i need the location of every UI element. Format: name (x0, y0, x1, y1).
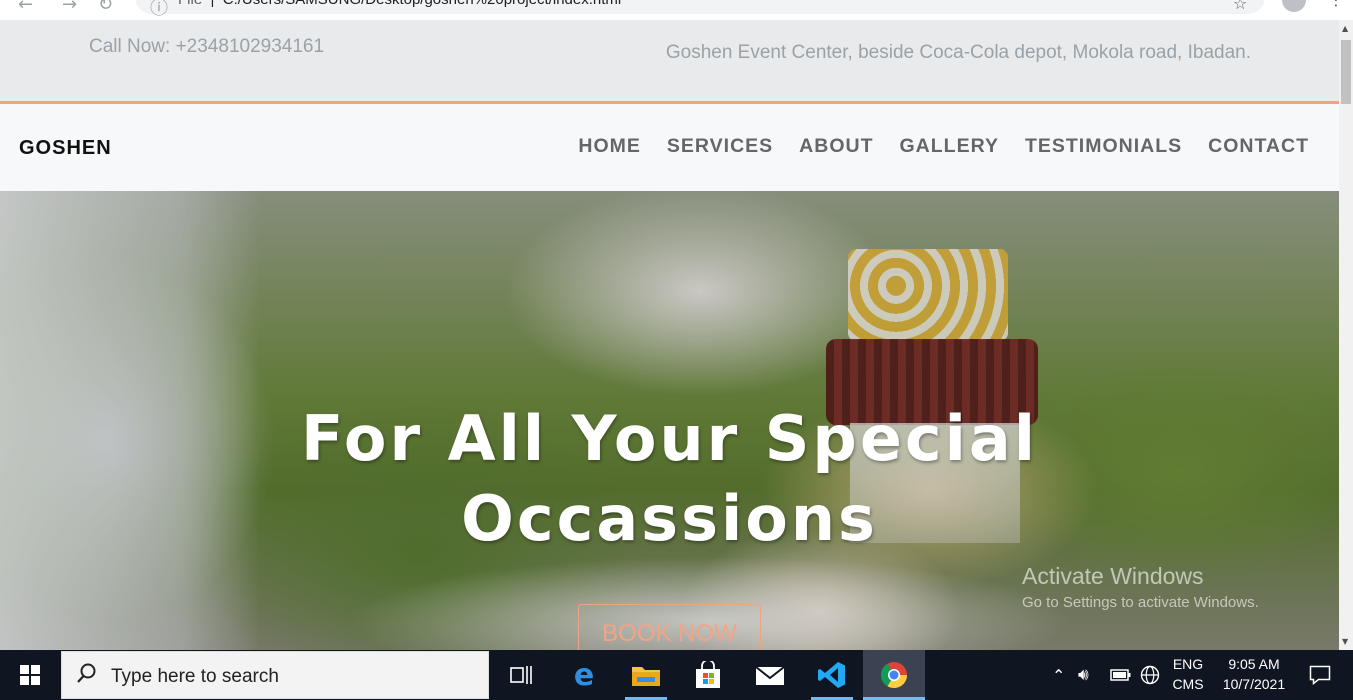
vscode-taskbar-button[interactable] (801, 650, 863, 700)
activate-windows-title: Activate Windows (1022, 563, 1204, 589)
edge-icon: e (573, 657, 595, 693)
action-center-button[interactable] (1300, 650, 1340, 700)
url-path: C:/Users/SAMSUNG/Desktop/goshen%20projec… (223, 0, 622, 8)
battery-icon[interactable] (1110, 650, 1132, 700)
book-now-button[interactable]: BOOK NOW (578, 604, 761, 650)
contact-topbar: Call Now: +2348102934161 Goshen Event Ce… (0, 20, 1339, 104)
nav-menu: HOME SERVICES ABOUT GALLERY TESTIMONIALS… (552, 135, 1309, 158)
network-globe-icon[interactable] (1140, 650, 1160, 700)
notification-icon (1309, 665, 1331, 685)
task-view-icon (510, 666, 532, 684)
activate-windows-watermark: Activate Windows Go to Settings to activ… (1022, 563, 1259, 611)
clock-date: 10/7/2021 (1222, 676, 1286, 692)
hero-headline: For All Your Special Occassions (0, 399, 1339, 559)
windows-logo-icon (20, 665, 40, 685)
task-view-button[interactable] (490, 650, 552, 700)
main-navbar: GOSHEN HOME SERVICES ABOUT GALLERY TESTI… (0, 104, 1339, 191)
activate-windows-subtitle: Go to Settings to activate Windows. (1022, 594, 1259, 611)
folder-icon (632, 667, 660, 686)
vscode-icon (818, 662, 845, 688)
store-bag-icon (696, 661, 720, 688)
chrome-icon (880, 662, 908, 689)
show-hidden-icons-chevron-icon[interactable]: ⌃ (1052, 650, 1065, 700)
scroll-down-icon[interactable]: ▼ (1342, 637, 1348, 646)
call-now-text: Call Now: +2348102934161 (89, 36, 325, 57)
forward-icon[interactable]: → (62, 0, 77, 15)
mail-icon (755, 666, 785, 685)
edge-taskbar-button[interactable]: e (553, 650, 615, 700)
keyboard-layout-code: CMS (1172, 676, 1204, 692)
store-taskbar-button[interactable] (677, 650, 739, 700)
vertical-scrollbar[interactable]: ▲ ▼ (1339, 20, 1353, 650)
brand-logo[interactable]: GOSHEN (19, 137, 112, 160)
search-icon (77, 663, 96, 683)
language-code: ENG (1172, 656, 1204, 672)
address-text: Goshen Event Center, beside Coca-Cola de… (665, 42, 1251, 63)
file-explorer-taskbar-button[interactable] (615, 650, 677, 700)
nav-home[interactable]: HOME (578, 135, 641, 158)
input-language-button[interactable]: ENG CMS (1170, 656, 1206, 692)
scrollbar-thumb[interactable] (1341, 40, 1351, 104)
volume-icon[interactable]: 🔊︎ (1078, 650, 1089, 700)
mail-taskbar-button[interactable] (739, 650, 801, 700)
nav-about[interactable]: ABOUT (799, 135, 873, 158)
menu-kebab-icon[interactable]: ⋮ (1328, 0, 1344, 9)
search-placeholder: Type here to search (111, 666, 279, 687)
hero-headline-line2: Occassions (461, 482, 878, 555)
chrome-taskbar-button[interactable] (863, 650, 925, 700)
nav-gallery[interactable]: GALLERY (900, 135, 999, 158)
hero-headline-line1: For All Your Special (301, 402, 1038, 475)
windows-taskbar: Type here to search e ⌃ 🔊︎ ENG CMS 9:05 … (0, 650, 1353, 700)
info-icon[interactable]: ⓘ (150, 0, 168, 20)
scroll-up-icon[interactable]: ▲ (1342, 24, 1348, 33)
bookmark-star-icon[interactable]: ☆ (1233, 0, 1247, 13)
nav-testimonials[interactable]: TESTIMONIALS (1025, 135, 1182, 158)
nav-contact[interactable]: CONTACT (1208, 135, 1309, 158)
url-text[interactable]: File | C:/Users/SAMSUNG/Desktop/goshen%2… (178, 0, 621, 8)
page-viewport: Call Now: +2348102934161 Goshen Event Ce… (0, 20, 1339, 650)
clock-button[interactable]: 9:05 AM 10/7/2021 (1212, 656, 1296, 692)
taskbar-search-box[interactable]: Type here to search (61, 651, 489, 699)
clock-time: 9:05 AM (1228, 656, 1280, 672)
nav-services[interactable]: SERVICES (667, 135, 773, 158)
reload-icon[interactable]: ↻ (98, 0, 113, 15)
start-button[interactable] (0, 650, 60, 700)
back-icon[interactable]: ← (18, 0, 33, 15)
profile-avatar[interactable] (1282, 0, 1306, 12)
browser-toolbar: ← → ↻ ⓘ File | C:/Users/SAMSUNG/Desktop/… (0, 0, 1353, 20)
url-scheme: File (178, 0, 202, 8)
